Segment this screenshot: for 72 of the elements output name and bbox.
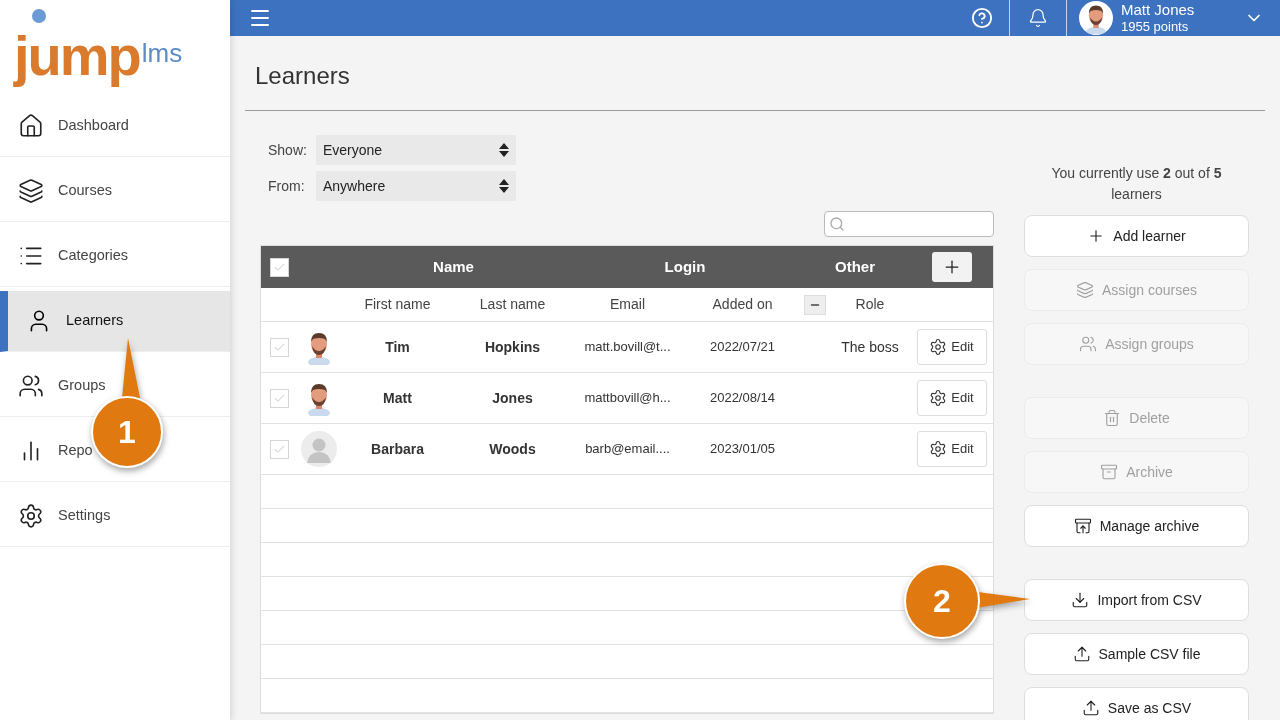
add-column-button[interactable] xyxy=(931,252,972,282)
table-cell-text: 2022/08/14 xyxy=(708,389,777,408)
table-cell-text: 2023/01/05 xyxy=(708,440,777,459)
row-checkbox[interactable] xyxy=(269,337,289,357)
table-cell-text: 2022/07/21 xyxy=(708,338,777,357)
trash-icon xyxy=(1103,409,1122,427)
sidebar-item[interactable]: Learners xyxy=(0,291,230,352)
filter-select[interactable]: Anywhere xyxy=(316,171,516,201)
table-cell-text: Hopkins xyxy=(483,337,542,357)
gear-icon xyxy=(929,440,948,458)
table-cell-text: mattbovill@h... xyxy=(583,389,672,408)
bell-icon xyxy=(1028,8,1048,28)
table-cell-text: Jones xyxy=(491,388,534,408)
upload-icon xyxy=(1081,699,1100,717)
table-cell-text: Woods xyxy=(488,439,537,459)
action-button[interactable]: Manage archive xyxy=(1024,505,1249,547)
table-cell-text: matt.bovill@t... xyxy=(583,338,672,357)
select-all-checkbox[interactable] xyxy=(269,257,289,277)
sidebar-item[interactable]: Courses xyxy=(0,161,230,222)
action-button[interactable]: Sample CSV file xyxy=(1024,633,1249,675)
user-points: 1955 points xyxy=(1121,19,1189,36)
download-icon xyxy=(1071,591,1090,609)
people-icon xyxy=(1079,335,1098,353)
stack-icon xyxy=(1076,281,1095,299)
column-group-header: Name xyxy=(432,256,475,277)
edit-button[interactable]: Edit xyxy=(916,380,987,416)
avatar-icon xyxy=(300,431,337,467)
action-button[interactable]: Add learner xyxy=(1024,215,1249,257)
sort-arrows-icon xyxy=(499,142,509,158)
page-title: Learners xyxy=(245,36,1265,111)
table-cell-text: Barbara xyxy=(370,439,425,459)
filter-label: Show: xyxy=(268,140,308,160)
sidebar-item[interactable]: Dashboard xyxy=(0,96,230,157)
user-menu[interactable]: Matt Jones 1955 points xyxy=(1067,0,1280,36)
column-header: Email xyxy=(609,295,646,314)
sidebar-item[interactable]: Settings xyxy=(0,486,230,547)
user-name: Matt Jones xyxy=(1121,0,1195,20)
sidebar-item[interactable]: Categories xyxy=(0,226,230,287)
filter-label: From: xyxy=(268,176,306,196)
search-icon xyxy=(829,216,845,232)
action-button[interactable]: Import from CSV xyxy=(1024,579,1249,621)
house-icon xyxy=(18,113,44,139)
search-field[interactable] xyxy=(824,211,994,237)
table-cell-text: Tim xyxy=(384,337,411,357)
remove-column-button[interactable] xyxy=(804,294,826,315)
column-header: First name xyxy=(363,295,432,314)
gear-icon xyxy=(929,338,948,356)
settings-icon xyxy=(18,503,44,529)
edit-button[interactable]: Edit xyxy=(916,431,987,467)
column-header: Last name xyxy=(478,295,547,314)
table-cell: The boss xyxy=(841,338,899,355)
column-header: Added on xyxy=(711,295,774,314)
stack-icon xyxy=(18,178,44,204)
row-checkbox[interactable] xyxy=(269,439,289,459)
row-checkbox[interactable] xyxy=(269,388,289,408)
table-cell-text: Matt xyxy=(382,388,413,408)
upload-icon xyxy=(1072,645,1091,663)
table-cell-text: barb@email.... xyxy=(584,440,671,459)
people-icon xyxy=(18,373,44,399)
gear-icon xyxy=(929,389,948,407)
edit-button[interactable]: Edit xyxy=(916,329,987,365)
usage-text: You currently use 2 out of 5 learners xyxy=(1050,164,1223,204)
column-group-header: Other xyxy=(834,256,876,277)
filter-select[interactable]: Everyone xyxy=(316,135,516,165)
archive-icon xyxy=(1100,463,1119,481)
sort-arrows-icon xyxy=(499,178,509,194)
help-icon xyxy=(971,7,993,29)
sidebar-item[interactable]: Groups xyxy=(0,356,230,417)
column-group-header: Login xyxy=(663,256,707,277)
action-button[interactable]: Save as CSV xyxy=(1024,687,1249,720)
column-header: Role xyxy=(854,295,886,314)
archive-icon xyxy=(1073,517,1092,535)
